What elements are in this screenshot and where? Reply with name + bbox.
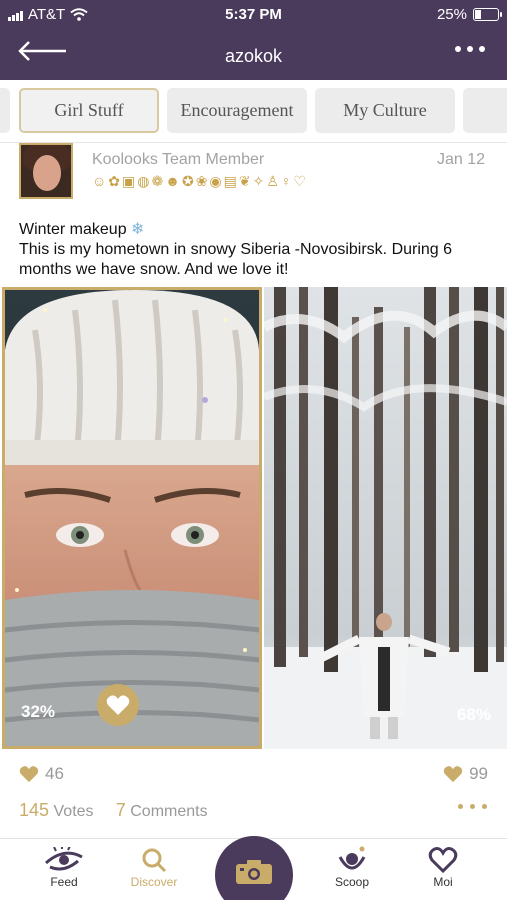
nav-feed-label: Feed (50, 875, 78, 889)
badge-icon: ◉ (209, 173, 222, 189)
tab-girl-stuff[interactable]: Girl Stuff (19, 88, 159, 133)
tab-partial-left[interactable] (0, 88, 10, 133)
snowflake-icon: ❄ (131, 221, 145, 238)
badge-icon: ❁ (151, 173, 164, 189)
poll-option-right-image[interactable]: 68% (264, 287, 507, 749)
post-date: Jan 12 (436, 151, 485, 168)
badge-row: ☺ ✿ ▣ ◍ ❁ ☻ ✪ ❀ ◉ ▤ ❦ ✧ ♙ ♀ ♡ (92, 173, 306, 190)
left-percent: 32% (21, 702, 56, 721)
likes-right-count: 99 (469, 764, 488, 783)
battery-percent: 25% (436, 6, 467, 23)
avatar[interactable] (19, 143, 73, 199)
badge-icon: ✧ (252, 173, 265, 189)
page-title: azokok (224, 46, 283, 66)
badge-icon: ◍ (137, 173, 150, 189)
battery-icon (473, 8, 502, 21)
scoop-icon (338, 846, 366, 870)
likes-left-count: 46 (45, 764, 64, 783)
nav-discover-label: Discover (130, 875, 178, 889)
tab-partial-right[interactable] (463, 88, 507, 133)
badge-icon: ✿ (108, 173, 121, 189)
votes-count: 145 (19, 800, 50, 820)
nav-moi-label: Moi (433, 875, 453, 889)
header: AT&T 5:37 PM 25% azokok (0, 0, 507, 80)
badge-icon: ❀ (195, 173, 208, 189)
camera-icon (236, 860, 272, 884)
forest-photo (264, 287, 507, 749)
badge-icon: ♙ (266, 173, 279, 189)
likes-right[interactable]: 99 (443, 764, 488, 784)
heart-outline-icon (428, 847, 458, 874)
heart-icon (443, 766, 463, 783)
nav-scoop[interactable]: Scoop (312, 845, 392, 889)
comments-label[interactable]: Comments (130, 803, 207, 820)
badge-icon: ❦ (238, 173, 251, 189)
post-title: Winter makeup (19, 221, 127, 238)
badge-icon: ♀ (280, 173, 292, 189)
comments-count[interactable]: 7 (116, 800, 126, 820)
post-body: This is my hometown in snowy Siberia -No… (19, 241, 453, 278)
badge-icon: ☻ (165, 173, 180, 189)
author-name[interactable]: Koolooks Team Member (92, 151, 264, 169)
nav-feed[interactable]: Feed (24, 845, 104, 889)
votes-comments: 145 Votes 7 Comments (19, 800, 208, 821)
nav-scoop-label: Scoop (334, 875, 370, 889)
search-icon (142, 848, 167, 873)
heart-icon (106, 695, 130, 715)
more-options-button[interactable] (455, 46, 485, 52)
badge-icon: ♡ (293, 173, 306, 189)
category-tabs: Girl Stuff Encouragement My Culture (0, 80, 507, 142)
nav-moi[interactable]: Moi (403, 845, 483, 889)
likes-left[interactable]: 46 (19, 764, 64, 784)
status-right: 25% (436, 6, 502, 23)
nav-discover[interactable]: Discover (114, 845, 194, 889)
status-time: 5:37 PM (225, 6, 282, 23)
post-header: Koolooks Team Member Jan 12 ☺ ✿ ▣ ◍ ❁ ☻ … (0, 142, 507, 212)
poll-option-left-image[interactable]: 32% (2, 287, 262, 749)
right-percent: 68% (456, 705, 491, 724)
badge-icon: ✪ (181, 173, 194, 189)
post-text: Winter makeup ❄ This is my hometown in s… (19, 220, 489, 280)
tab-encouragement[interactable]: Encouragement (167, 88, 307, 133)
badge-icon: ▣ (122, 173, 136, 189)
vote-heart-button[interactable] (97, 684, 139, 726)
status-bar: AT&T 5:37 PM 25% (0, 0, 507, 28)
heart-icon (19, 766, 39, 783)
badge-icon: ☺ (92, 173, 107, 189)
tab-my-culture[interactable]: My Culture (315, 88, 455, 133)
votes-label: Votes (53, 803, 94, 820)
badge-icon: ▤ (223, 173, 237, 189)
post-more-button[interactable] (458, 804, 487, 809)
app-screen: AT&T 5:37 PM 25% azokok Girl Stuff Encou… (0, 0, 507, 900)
portrait-photo (5, 290, 259, 746)
feed-eye-icon (45, 847, 83, 871)
